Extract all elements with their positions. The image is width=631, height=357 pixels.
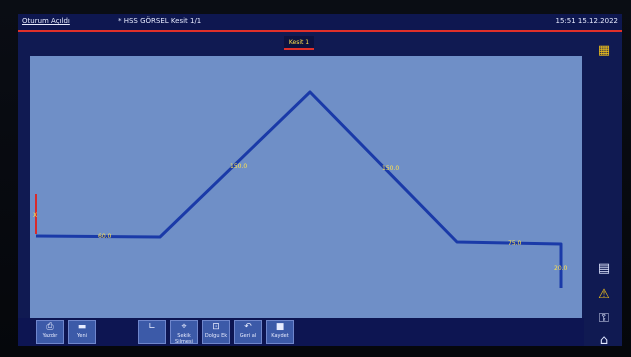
start-marker-label: X — [33, 212, 37, 219]
segment-label-3: 150.0 — [382, 165, 399, 172]
profile-line — [35, 90, 563, 288]
print-label: Yazdır — [42, 333, 58, 339]
status-bar: Oturum Açıldı * HSS GÖRSEL Kesit 1/1 15:… — [18, 14, 622, 32]
insert-label: Dolgu Ek — [204, 333, 228, 339]
program-title: * HSS GÖRSEL Kesit 1/1 — [118, 17, 202, 25]
save-label: Kaydet — [271, 333, 289, 339]
profile-canvas[interactable]: X 60.0 150.0 150.0 75.0 20.0 — [30, 56, 582, 318]
crosshair-icon: ⌖ — [181, 322, 187, 332]
undo-button[interactable]: ↶ Geri al — [234, 320, 262, 344]
hmi-screen: Oturum Açıldı * HSS GÖRSEL Kesit 1/1 15:… — [18, 14, 622, 346]
home-icon[interactable]: ⌂ — [592, 328, 616, 347]
insert-button[interactable]: ⊡ Dolgu Ek — [202, 320, 230, 344]
delete-sequence-label: Sekik Silmesi — [175, 333, 193, 345]
delete-sequence-button[interactable]: ⌖ Sekik Silmesi — [170, 320, 198, 345]
segment-label-2: 150.0 — [230, 163, 247, 170]
tab-kesit-1[interactable]: Kesit 1 — [284, 36, 314, 50]
date-time: 15:51 15.12.2022 — [555, 17, 618, 25]
warning-icon[interactable]: ⚠ — [592, 282, 616, 306]
insert-icon: ⊡ — [212, 322, 220, 332]
save-button[interactable]: ■ Kaydet — [266, 320, 294, 344]
angle-icon: ∟ — [148, 322, 156, 332]
new-label: Yeni — [76, 333, 88, 339]
right-toolbar: ▦ ▤ ⚠ ⚿ ⌂ — [586, 34, 622, 347]
new-file-icon: ▬ — [77, 322, 87, 332]
user-lock-icon[interactable]: ⚿ — [592, 306, 616, 330]
angle-button[interactable]: ∟ — [138, 320, 166, 344]
calculator-icon[interactable]: ▤ — [592, 256, 616, 280]
segment-label-4: 75.0 — [508, 240, 522, 247]
profile-drawing: X 60.0 150.0 150.0 75.0 20.0 — [33, 90, 568, 288]
bottom-toolbar: ⎙ Yazdır ▬ Yeni ∟ ⌖ Sekik Silmesi ⊡ Dolg… — [18, 318, 584, 346]
new-button[interactable]: ▬ Yeni — [68, 320, 96, 344]
tab-bar: Kesit 1 — [18, 32, 622, 54]
printer-icon: ⎙ — [46, 322, 54, 332]
segment-label-5: 20.0 — [554, 265, 568, 272]
undo-label: Geri al — [239, 333, 257, 339]
undo-icon: ↶ — [244, 322, 252, 332]
save-icon: ■ — [275, 322, 285, 332]
print-button[interactable]: ⎙ Yazdır — [36, 320, 64, 344]
keypad-icon[interactable]: ▦ — [592, 38, 616, 62]
segment-label-1: 60.0 — [98, 233, 112, 240]
user-status-link[interactable]: Oturum Açıldı — [22, 17, 70, 25]
